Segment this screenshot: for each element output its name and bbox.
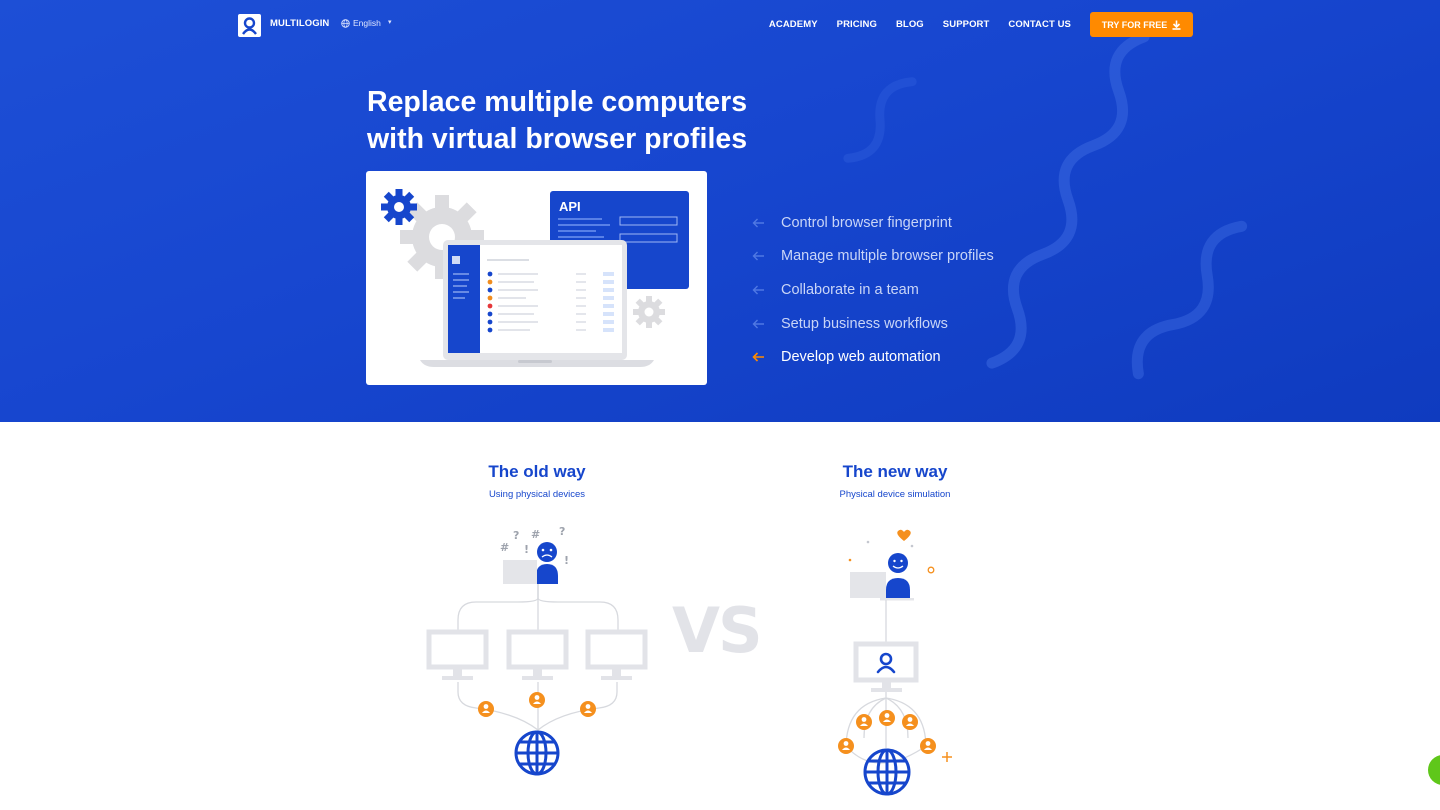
- multilogin-logo[interactable]: [238, 14, 261, 37]
- feature-label: Control browser fingerprint: [781, 214, 952, 231]
- main-menu: ACADEMY PRICING BLOG SUPPORT CONTACT US: [769, 19, 1071, 30]
- old-way-illustration: # ? ! # ? !: [426, 525, 648, 776]
- confusion-symbol: #: [531, 528, 540, 541]
- feature-label: Collaborate in a team: [781, 281, 919, 298]
- headline-line-1: Replace multiple computers: [367, 86, 748, 118]
- feature-item-profiles[interactable]: Manage multiple browser profiles: [752, 240, 1072, 274]
- old-way-title: The old way: [488, 462, 586, 481]
- confusion-symbol: !: [564, 554, 569, 567]
- chevron-down-icon[interactable]: ▾: [388, 18, 392, 26]
- new-way-subtitle: Physical device simulation: [839, 489, 951, 500]
- monitor-icon: [426, 629, 648, 670]
- feature-label: Setup business workflows: [781, 315, 948, 332]
- brand-name[interactable]: MULTILOGIN: [270, 18, 329, 29]
- arrow-left-icon: [752, 218, 764, 228]
- feature-list: Control browser fingerprint Manage multi…: [752, 206, 1072, 374]
- feature-label: Manage multiple browser profiles: [781, 248, 994, 265]
- multilogin-logo-icon: [876, 652, 896, 674]
- confusion-symbol: !: [524, 543, 529, 556]
- nav-link-academy[interactable]: ACADEMY: [769, 19, 818, 30]
- feature-item-workflows[interactable]: Setup business workflows: [752, 307, 1072, 341]
- language-label: English: [353, 18, 381, 28]
- top-nav: MULTILOGIN English ▾ ACADEMY PRICING BLO…: [238, 12, 1193, 38]
- page: MULTILOGIN English ▾ ACADEMY PRICING BLO…: [0, 0, 1440, 810]
- decorative-waves: [843, 31, 1248, 380]
- product-illustration: API: [366, 171, 707, 385]
- plus-icon: [942, 752, 952, 762]
- monitor-icon: [853, 641, 919, 692]
- feature-label: Develop web automation: [781, 349, 941, 366]
- sad-person-icon: [503, 542, 558, 584]
- globe-icon: [341, 18, 350, 28]
- nav-link-pricing[interactable]: PRICING: [837, 19, 877, 30]
- api-label: API: [559, 199, 581, 214]
- arrow-left-icon: [752, 352, 764, 362]
- feature-item-fingerprint[interactable]: Control browser fingerprint: [752, 206, 1072, 240]
- confusion-symbol: #: [500, 541, 509, 554]
- feature-item-automation[interactable]: Develop web automation: [752, 340, 1072, 374]
- hero-headline: Replace multiple computers with virtual …: [367, 84, 827, 158]
- try-for-free-button[interactable]: TRY FOR FREE: [1090, 12, 1193, 37]
- laptop: [420, 240, 654, 367]
- nav-link-blog[interactable]: BLOG: [896, 19, 924, 30]
- laptop-api-illustration: API: [381, 189, 689, 367]
- gear-icon: [381, 189, 417, 225]
- confusion-symbol: ?: [513, 529, 519, 542]
- vs-label: VS: [672, 594, 763, 667]
- old-way-subtitle: Using physical devices: [488, 489, 586, 500]
- nav-link-contact-us[interactable]: CONTACT US: [1008, 19, 1071, 30]
- new-way-title: The new way: [842, 462, 948, 481]
- globe-icon: [514, 730, 560, 776]
- hero-section: MULTILOGIN English ▾ ACADEMY PRICING BLO…: [0, 0, 1440, 422]
- user-icon: [478, 692, 596, 717]
- nav-link-support[interactable]: SUPPORT: [943, 19, 990, 30]
- download-icon: [1172, 20, 1181, 30]
- happy-person-icon: [850, 553, 914, 601]
- language-selector[interactable]: English: [341, 18, 381, 28]
- chat-widget-button[interactable]: [1428, 755, 1440, 785]
- confusion-symbol: ?: [559, 525, 565, 538]
- new-way-illustration: [838, 529, 952, 796]
- user-icon: [838, 710, 936, 754]
- arrow-left-icon: [752, 251, 764, 261]
- heart-icon: [897, 529, 911, 541]
- headline-line-2: with virtual browser profiles: [367, 123, 748, 155]
- gear-icon: [633, 296, 665, 328]
- arrow-left-icon: [752, 285, 764, 295]
- try-for-free-label: TRY FOR FREE: [1101, 19, 1168, 30]
- feature-item-team[interactable]: Collaborate in a team: [752, 273, 1072, 307]
- globe-icon: [863, 748, 911, 796]
- arrow-left-icon: [752, 319, 764, 329]
